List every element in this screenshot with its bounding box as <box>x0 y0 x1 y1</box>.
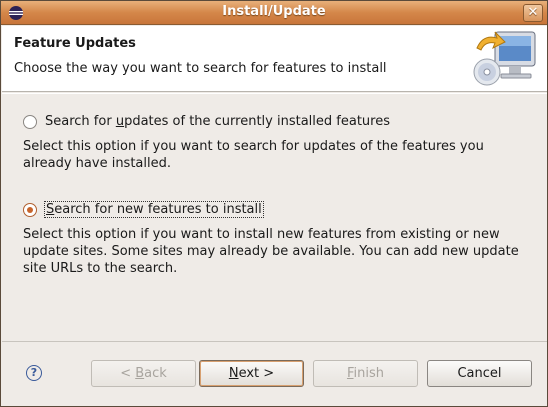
close-button[interactable]: ✕ <box>523 4 543 22</box>
back-button[interactable]: < Back <box>91 360 196 387</box>
option-search-new-features-description: Select this option if you want to instal… <box>23 226 523 277</box>
computer-update-icon <box>473 31 536 86</box>
description-line: Select this option if you want to search… <box>23 139 484 154</box>
help-icon[interactable]: ? <box>26 365 42 381</box>
back-mnemonic: B <box>135 366 145 381</box>
description-line: already have installed. <box>23 156 172 171</box>
option-search-updates-description: Select this option if you want to search… <box>23 138 523 172</box>
option-search-new-features[interactable]: Search for new features to install <box>23 201 264 218</box>
next-label-post: ext > <box>238 366 275 381</box>
finish-button[interactable]: Finish <box>313 360 418 387</box>
option-search-updates[interactable]: Search for updates of the currently inst… <box>23 114 390 129</box>
next-button[interactable]: Next > <box>199 360 304 387</box>
description-line: update sites. Some sites may already be … <box>23 244 519 259</box>
install-update-dialog: Install/Update ✕ Feature Updates Choose … <box>0 0 548 407</box>
radio-search-new-features[interactable] <box>23 202 37 217</box>
page-title: Feature Updates <box>14 36 136 51</box>
page-description: Choose the way you want to search for fe… <box>14 61 387 76</box>
cancel-button[interactable]: Cancel <box>427 360 532 387</box>
option-search-new-features-label[interactable]: Search for new features to install <box>44 201 264 218</box>
header-banner: Feature Updates Choose the way you want … <box>2 26 547 92</box>
option-1-label-post: pdates of the currently installed featur… <box>124 114 390 129</box>
button-bar-separator <box>2 341 547 342</box>
radio-search-updates[interactable] <box>23 114 37 129</box>
back-label-pre: < <box>120 366 136 381</box>
back-label-post: ack <box>144 366 167 381</box>
option-1-mnemonic: u <box>115 114 125 129</box>
window-title: Install/Update <box>222 4 326 19</box>
option-1-label-pre: Search for <box>45 114 116 129</box>
description-line: Select this option if you want to instal… <box>23 227 500 242</box>
option-search-updates-label[interactable]: Search for updates of the currently inst… <box>45 114 390 129</box>
banner-separator <box>2 93 547 94</box>
finish-label-post: inish <box>353 366 385 381</box>
option-2-label-post: earch for new features to install <box>54 202 262 217</box>
close-icon: ✕ <box>527 5 539 20</box>
description-line: site URLs to the search. <box>23 261 178 276</box>
title-bar[interactable]: Install/Update ✕ <box>1 1 547 25</box>
next-mnemonic: N <box>228 366 239 381</box>
